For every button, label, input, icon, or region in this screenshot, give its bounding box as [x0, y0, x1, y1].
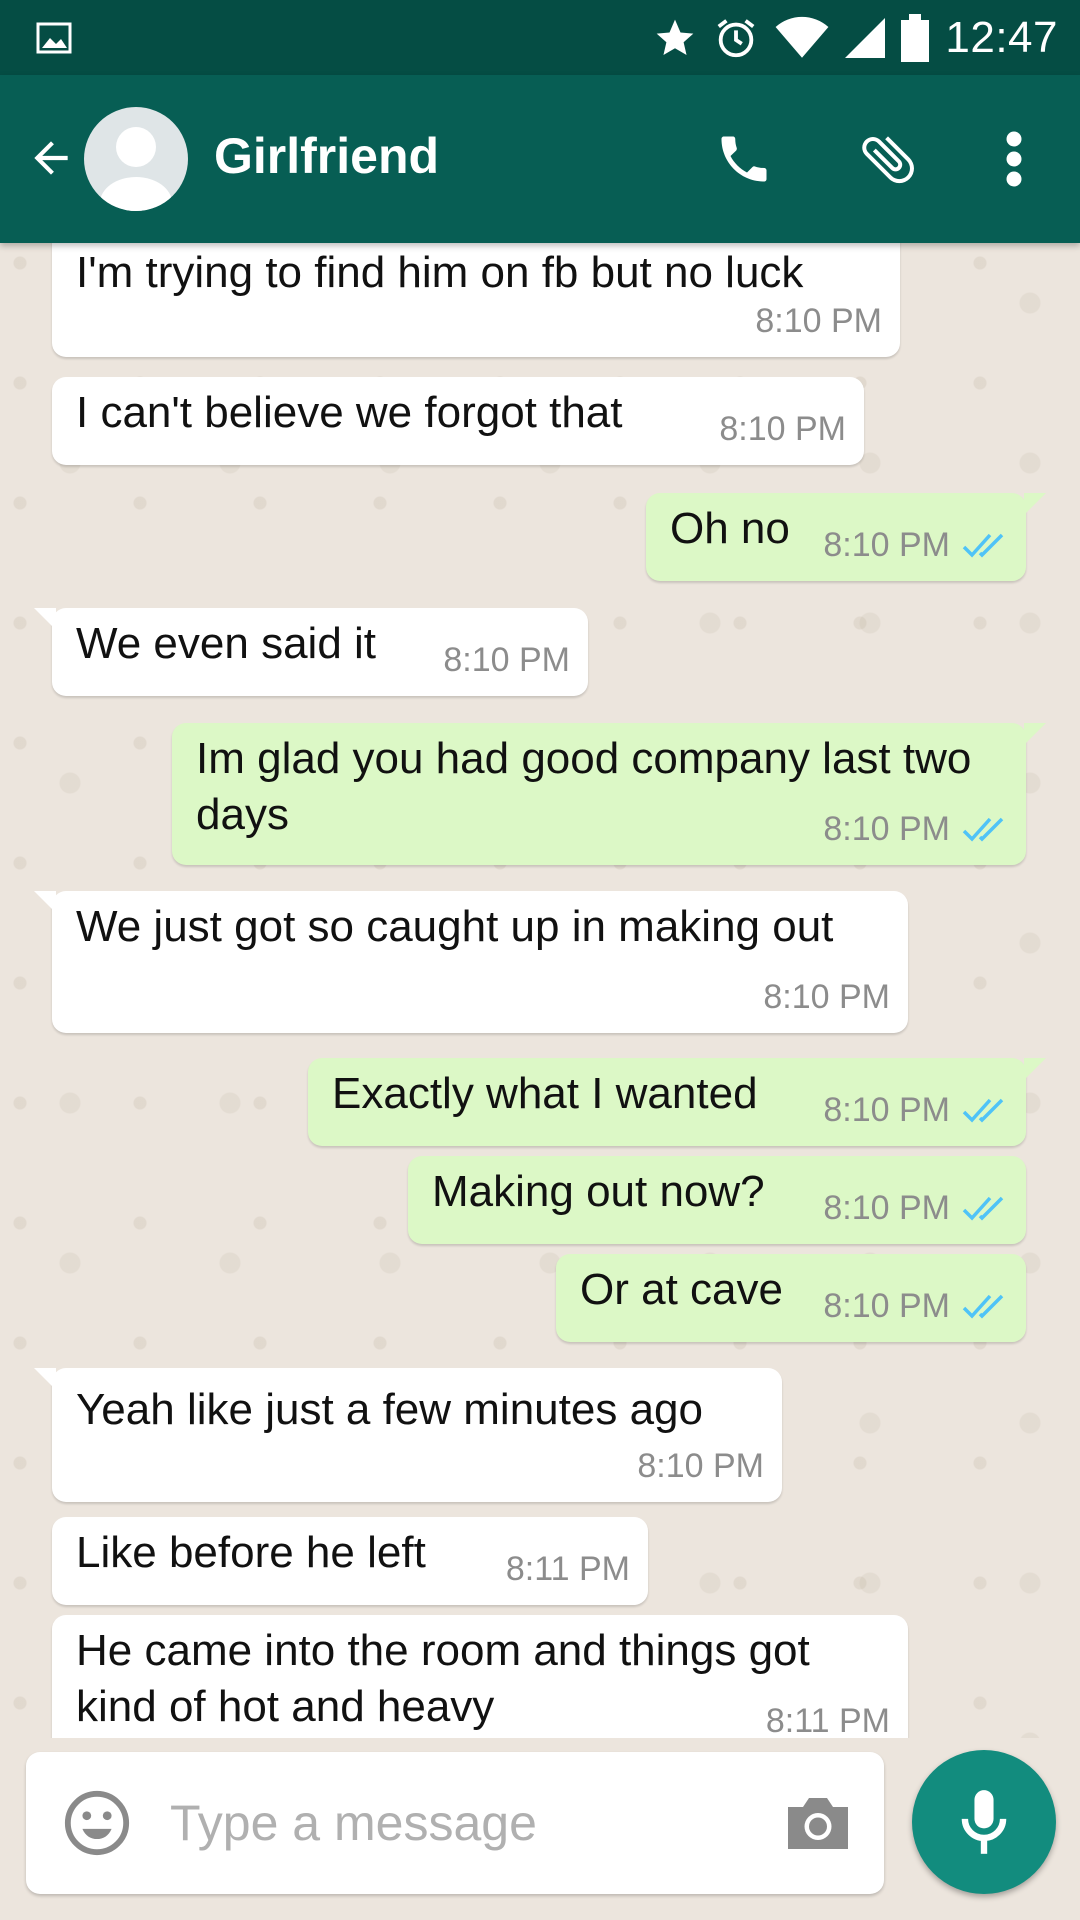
message-list[interactable]: I'm trying to find him on fb but no luck… [0, 243, 1080, 1738]
message-input[interactable]: Type a message [170, 1794, 537, 1852]
double-check-icon [962, 1098, 1004, 1123]
message-time: 8:10 PM [823, 1189, 950, 1227]
alarm-icon [717, 19, 755, 58]
gallery-icon [36, 22, 72, 54]
double-check-icon [962, 533, 1004, 558]
message-time: 8:10 PM [823, 526, 950, 564]
voice-call-button[interactable] [706, 121, 782, 197]
message-outgoing[interactable]: Making out now? 8:10 PM [408, 1156, 1026, 1244]
signal-icon [845, 18, 886, 58]
message-incoming[interactable]: Yeah like just a few minutes ago 8:10 PM [34, 1368, 782, 1502]
message-outgoing[interactable]: Im glad you had good company last two da… [172, 723, 1046, 865]
paperclip-icon [862, 136, 914, 184]
message-time: 8:10 PM [823, 1287, 950, 1325]
message-time: 8:10 PM [823, 810, 950, 848]
message-time: 8:10 PM [443, 641, 570, 679]
message-time: 8:11 PM [765, 1702, 890, 1738]
message-outgoing[interactable]: Exactly what I wanted 8:10 PM [308, 1058, 1046, 1146]
double-check-icon [962, 1294, 1004, 1319]
contact-avatar[interactable] [84, 107, 188, 211]
wifi-icon [775, 16, 829, 58]
attach-button[interactable] [850, 121, 926, 197]
message-time: 8:10 PM [755, 302, 882, 340]
more-options-button[interactable] [976, 121, 1052, 197]
message-incoming[interactable]: Like before he left 8:11 PM [52, 1517, 648, 1605]
message-text: Yeah like just a few minutes ago [76, 1385, 703, 1434]
voice-record-button[interactable] [912, 1750, 1056, 1894]
double-check-icon [962, 817, 1004, 842]
avatar-icon [100, 127, 172, 211]
message-incoming[interactable]: We just got so caught up in making out 8… [34, 891, 908, 1033]
message-time: 8:11 PM [505, 1550, 630, 1588]
more-vert-icon [1006, 131, 1022, 187]
star-icon [657, 19, 694, 56]
back-button[interactable] [18, 125, 84, 191]
message-incoming[interactable]: I'm trying to find him on fb but no luck… [52, 243, 900, 357]
message-text: We just got so caught up in making out [76, 902, 834, 951]
status-bar: 12:47 [0, 0, 1080, 75]
message-text: He came into the room and things got kin… [76, 1626, 822, 1731]
message-incoming[interactable]: He came into the room and things got kin… [52, 1615, 908, 1738]
message-incoming[interactable]: We even said it 8:10 PM [34, 608, 588, 696]
phone-icon [721, 136, 767, 182]
mic-icon [961, 1790, 1007, 1854]
chat-header: Girlfriend [0, 75, 1080, 243]
message-composer[interactable]: Type a message [26, 1752, 884, 1894]
back-arrow-icon [34, 141, 68, 175]
message-outgoing[interactable]: Oh no 8:10 PM [646, 493, 1046, 581]
status-time: 12:47 [945, 13, 1058, 62]
emoji-icon[interactable] [62, 1788, 132, 1858]
message-incoming[interactable]: I can't believe we forgot that 8:10 PM [52, 377, 864, 465]
message-time: 8:10 PM [637, 1447, 764, 1485]
double-check-icon [962, 1196, 1004, 1221]
camera-icon[interactable] [782, 1792, 854, 1852]
message-time: 8:10 PM [719, 410, 846, 448]
message-time: 8:10 PM [823, 1091, 950, 1129]
message-outgoing[interactable]: Or at cave 8:10 PM [556, 1254, 1026, 1342]
message-time: 8:10 PM [763, 978, 890, 1016]
battery-icon [901, 14, 930, 62]
contact-name[interactable]: Girlfriend [214, 127, 439, 185]
